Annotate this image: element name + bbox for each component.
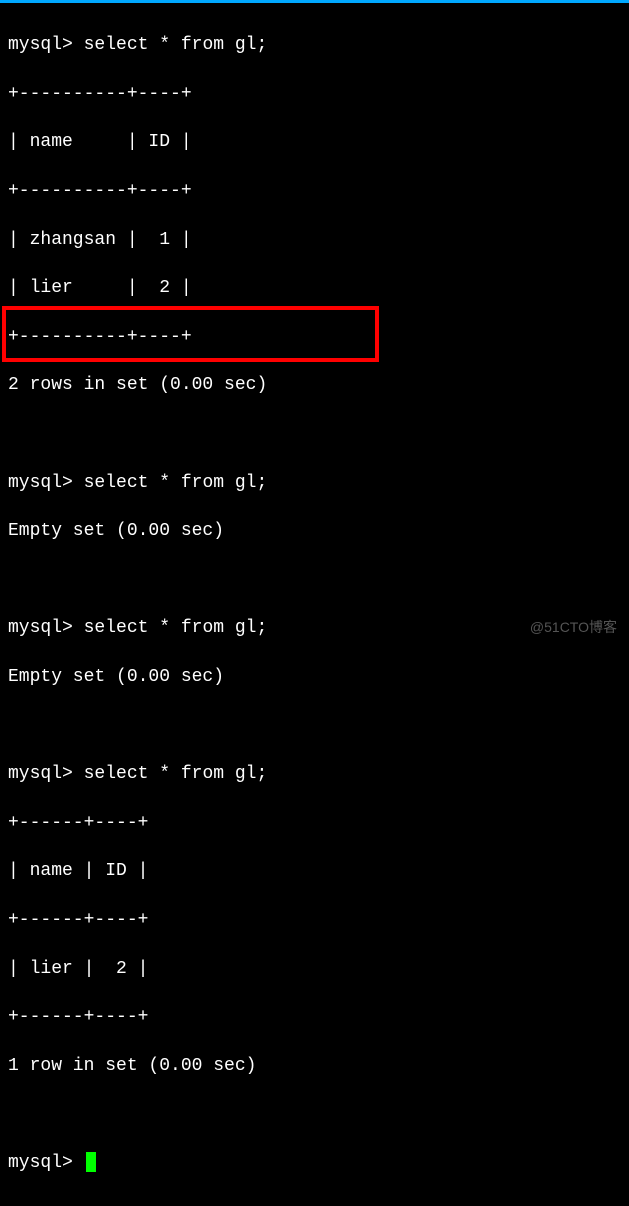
blank-line bbox=[8, 422, 621, 446]
mysql-prompt: mysql> bbox=[8, 473, 84, 493]
empty-set-result: Empty set (0.00 sec) bbox=[8, 665, 621, 689]
table-row: | lier | 2 | bbox=[8, 957, 621, 981]
query-line: mysql> select * from gl; bbox=[8, 33, 621, 57]
terminal-output[interactable]: mysql> select * from gl; +----------+---… bbox=[0, 3, 629, 1206]
sql-query: select * from gl; bbox=[84, 473, 268, 493]
result-summary: 2 rows in set (0.00 sec) bbox=[8, 373, 621, 397]
blank-line bbox=[8, 714, 621, 738]
blank-line bbox=[8, 1102, 621, 1126]
mysql-prompt: mysql> bbox=[8, 618, 84, 638]
empty-set-result: Empty set (0.00 sec) bbox=[8, 519, 621, 543]
sql-query: select * from gl; bbox=[84, 764, 268, 784]
table-border: +----------+----+ bbox=[8, 325, 621, 349]
prompt-line: mysql> bbox=[8, 1151, 621, 1175]
table-header: | name | ID | bbox=[8, 130, 621, 154]
watermark-text: @51CTO博客 bbox=[530, 617, 617, 637]
sql-query: select * from gl; bbox=[84, 35, 268, 55]
mysql-prompt: mysql> bbox=[8, 35, 84, 55]
table-border: +------+----+ bbox=[8, 1005, 621, 1029]
table-border: +----------+----+ bbox=[8, 82, 621, 106]
table-header: | name | ID | bbox=[8, 859, 621, 883]
sql-query: select * from gl; bbox=[84, 618, 268, 638]
cursor-icon[interactable] bbox=[86, 1152, 96, 1172]
query-line: mysql> select * from gl; bbox=[8, 762, 621, 786]
table-border: +------+----+ bbox=[8, 908, 621, 932]
query-line: mysql> select * from gl; bbox=[8, 471, 621, 495]
table-row: | lier | 2 | bbox=[8, 276, 621, 300]
blank-line bbox=[8, 568, 621, 592]
table-border: +----------+----+ bbox=[8, 179, 621, 203]
mysql-prompt: mysql> bbox=[8, 764, 84, 784]
table-border: +------+----+ bbox=[8, 811, 621, 835]
table-row: | zhangsan | 1 | bbox=[8, 228, 621, 252]
mysql-prompt: mysql> bbox=[8, 1153, 84, 1173]
result-summary: 1 row in set (0.00 sec) bbox=[8, 1054, 621, 1078]
